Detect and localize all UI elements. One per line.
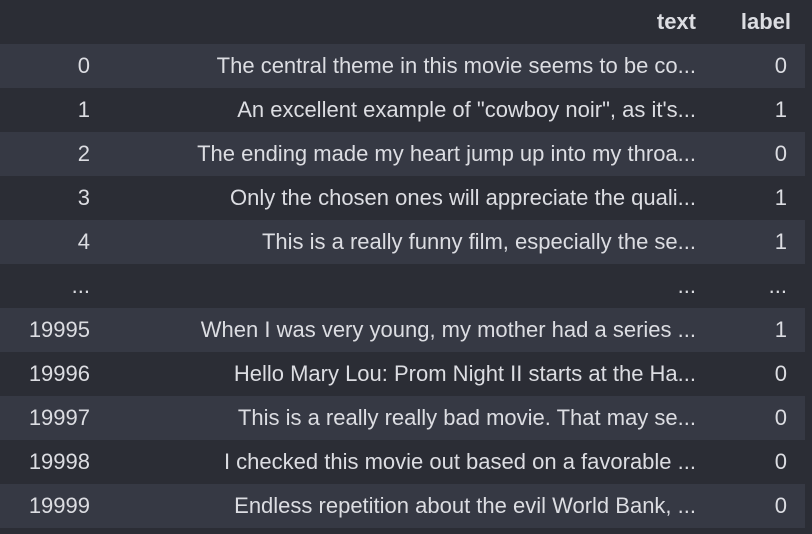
cell-label: 0 xyxy=(774,141,787,166)
cell-label: 0 xyxy=(774,449,787,474)
row-index: 19997 xyxy=(28,405,90,430)
row-index: 19996 xyxy=(28,361,90,386)
table-row: 19999 Endless repetition about the evil … xyxy=(0,484,805,528)
row-index: 2 xyxy=(77,141,90,166)
table-row: 19995 When I was very young, my mother h… xyxy=(0,308,805,352)
table-row: 4 This is a really funny film, especiall… xyxy=(0,220,805,264)
table-row: 0 The central theme in this movie seems … xyxy=(0,44,805,88)
cell-label: 0 xyxy=(774,405,787,430)
row-index: 3 xyxy=(77,185,90,210)
column-header-text: text xyxy=(656,9,696,34)
cell-label: 1 xyxy=(774,229,787,254)
cell-text: An excellent example of "cowboy noir", a… xyxy=(237,97,696,122)
row-index-ellipsis: ... xyxy=(71,273,90,298)
table-row: 19997 This is a really really bad movie.… xyxy=(0,396,805,440)
cell-text: The ending made my heart jump up into my… xyxy=(197,141,696,166)
index-header xyxy=(0,0,110,44)
cell-label-ellipsis: ... xyxy=(768,273,787,298)
row-index: 19999 xyxy=(28,493,90,518)
dataframe-table: text label 0 The central theme in this m… xyxy=(0,0,805,528)
dataframe-output: text label 0 The central theme in this m… xyxy=(0,0,812,534)
row-index: 0 xyxy=(77,53,90,78)
cell-label: 1 xyxy=(774,97,787,122)
output-scroll-gutter xyxy=(805,0,812,534)
cell-text: Hello Mary Lou: Prom Night II starts at … xyxy=(233,361,696,386)
table-row: 3 Only the chosen ones will appreciate t… xyxy=(0,176,805,220)
cell-label: 0 xyxy=(774,493,787,518)
table-row: 1 An excellent example of "cowboy noir",… xyxy=(0,88,805,132)
cell-text: Only the chosen ones will appreciate the… xyxy=(230,185,696,210)
table-row: 19996 Hello Mary Lou: Prom Night II star… xyxy=(0,352,805,396)
cell-text: When I was very young, my mother had a s… xyxy=(200,317,696,342)
header-row: text label xyxy=(0,0,805,44)
row-index: 19998 xyxy=(28,449,90,474)
cell-text: This is a really funny film, especially … xyxy=(261,229,696,254)
cell-text: Endless repetition about the evil World … xyxy=(234,493,696,518)
cell-text: This is a really really bad movie. That … xyxy=(237,405,696,430)
cell-label: 0 xyxy=(774,361,787,386)
column-header-label: label xyxy=(740,9,791,34)
row-index: 1 xyxy=(77,97,90,122)
cell-label: 0 xyxy=(774,53,787,78)
row-index: 4 xyxy=(77,229,90,254)
table-row: 2 The ending made my heart jump up into … xyxy=(0,132,805,176)
cell-text-ellipsis: ... xyxy=(677,273,696,298)
cell-text: I checked this movie out based on a favo… xyxy=(223,449,696,474)
table-row: 19998 I checked this movie out based on … xyxy=(0,440,805,484)
cell-text: The central theme in this movie seems to… xyxy=(216,53,696,78)
cell-label: 1 xyxy=(774,185,787,210)
row-index: 19995 xyxy=(28,317,90,342)
cell-label: 1 xyxy=(774,317,787,342)
ellipsis-row: ... ... ... xyxy=(0,264,805,308)
